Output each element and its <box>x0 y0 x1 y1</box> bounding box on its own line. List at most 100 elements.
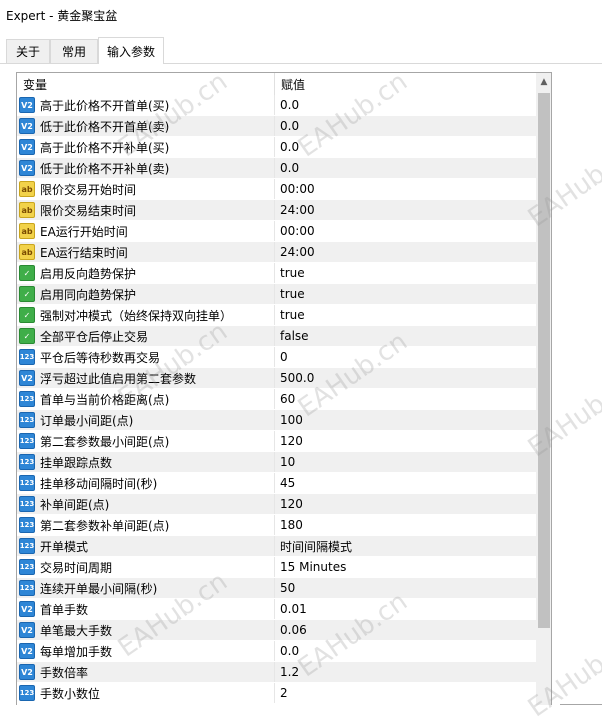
parameter-name: 低于此价格不开补单(卖) <box>40 161 170 176</box>
parameter-row[interactable]: V2 低于此价格不开首单(卖) 0.0 <box>17 116 536 137</box>
parameter-value-cell[interactable]: 时间间隔模式 <box>275 536 536 556</box>
parameter-value-cell[interactable]: 0.06 <box>275 620 536 640</box>
double-type-icon: V2 <box>19 664 35 680</box>
grid-rows: V2 高于此价格不开首单(买) 0.0 V2 低于此价格不开首单(卖) 0.0 V2 高于此价… <box>17 95 536 704</box>
column-header-variable[interactable]: 变量 <box>17 73 275 95</box>
parameter-value-cell[interactable]: 0.01 <box>275 599 536 619</box>
tab-inputs[interactable]: 输入参数 <box>98 37 164 64</box>
parameter-value-cell[interactable]: 0.0 <box>275 137 536 157</box>
parameter-row[interactable]: V2 浮亏超过此值启用第二套参数 500.0 <box>17 368 536 389</box>
parameter-value-cell[interactable]: 0.0 <box>275 158 536 178</box>
parameter-value-cell[interactable]: 24:00 <box>275 242 536 262</box>
parameter-name-cell: V2 高于此价格不开首单(买) <box>17 95 275 115</box>
parameter-row[interactable]: ab 限价交易结束时间 24:00 <box>17 200 536 221</box>
parameter-value-cell[interactable]: 60 <box>275 389 536 409</box>
parameter-value-cell[interactable]: 120 <box>275 431 536 451</box>
parameter-value-cell[interactable]: 0.0 <box>275 116 536 136</box>
parameter-row[interactable]: ✓ 启用反向趋势保护 true <box>17 263 536 284</box>
tab-common[interactable]: 常用 <box>50 39 98 63</box>
tab-common-label: 常用 <box>61 45 86 59</box>
parameter-row[interactable]: V2 高于此价格不开首单(买) 0.0 <box>17 95 536 116</box>
parameter-name-cell: ✓ 强制对冲模式（始终保持双向挂单） <box>17 305 275 325</box>
parameter-value-cell[interactable]: false <box>275 326 536 346</box>
parameter-name: 高于此价格不开首单(买) <box>40 98 170 113</box>
parameter-name: 全部平仓后停止交易 <box>40 329 149 344</box>
parameter-name: 限价交易结束时间 <box>40 203 137 218</box>
vertical-scrollbar[interactable]: ▲ <box>536 73 551 705</box>
parameter-row[interactable]: V2 首单手数 0.01 <box>17 599 536 620</box>
parameter-name: 挂单移动间隔时间(秒) <box>40 476 158 491</box>
parameter-value-cell[interactable]: true <box>275 305 536 325</box>
parameter-row[interactable]: ✓ 全部平仓后停止交易 false <box>17 326 536 347</box>
parameter-row[interactable]: 123 第二套参数补单间距(点) 180 <box>17 515 536 536</box>
parameter-row[interactable]: ab 限价交易开始时间 00:00 <box>17 179 536 200</box>
parameter-name-cell: 123 开单模式 <box>17 536 275 556</box>
scrollbar-thumb[interactable] <box>538 93 550 628</box>
parameter-name-cell: V2 每单增加手数 <box>17 641 275 661</box>
parameter-row[interactable]: ab EA运行结束时间 24:00 <box>17 242 536 263</box>
window-title: Expert - 黄金聚宝盆 <box>6 8 118 23</box>
parameter-row[interactable]: 123 挂单跟踪点数 10 <box>17 452 536 473</box>
parameter-name: EA运行开始时间 <box>40 224 128 239</box>
int-type-icon: 123 <box>19 433 35 449</box>
parameter-row[interactable]: V2 低于此价格不开补单(卖) 0.0 <box>17 158 536 179</box>
parameter-row[interactable]: V2 高于此价格不开补单(买) 0.0 <box>17 137 536 158</box>
scroll-up-arrow-icon[interactable]: ▲ <box>536 73 551 91</box>
parameter-name-cell: ab EA运行结束时间 <box>17 242 275 262</box>
parameter-row[interactable]: 123 开单模式 时间间隔模式 <box>17 536 536 557</box>
int-type-icon: 123 <box>19 580 35 596</box>
parameter-value-cell[interactable]: 0.0 <box>275 641 536 661</box>
parameter-name: 第二套参数最小间距(点) <box>40 434 170 449</box>
parameter-row[interactable]: 123 挂单移动间隔时间(秒) 45 <box>17 473 536 494</box>
parameter-row[interactable]: ab EA运行开始时间 00:00 <box>17 221 536 242</box>
parameter-value-cell[interactable]: 00:00 <box>275 221 536 241</box>
parameter-row[interactable]: 123 补单间距(点) 120 <box>17 494 536 515</box>
parameter-row[interactable]: 123 手数小数位 2 <box>17 683 536 704</box>
parameter-value-cell[interactable]: 15 Minutes <box>275 557 536 577</box>
parameter-row[interactable]: 123 第二套参数最小间距(点) 120 <box>17 431 536 452</box>
parameter-value-cell[interactable]: 180 <box>275 515 536 535</box>
column-header-value[interactable]: 赋值 <box>275 73 536 95</box>
int-type-icon: 123 <box>19 496 35 512</box>
int-type-icon: 123 <box>19 475 35 491</box>
parameter-name: 首单手数 <box>40 602 89 617</box>
parameter-row[interactable]: V2 单笔最大手数 0.06 <box>17 620 536 641</box>
int-type-icon: 123 <box>19 685 35 701</box>
parameter-value-cell[interactable]: 500.0 <box>275 368 536 388</box>
parameter-row[interactable]: 123 订单最小间距(点) 100 <box>17 410 536 431</box>
parameter-value-cell[interactable]: 0 <box>275 347 536 367</box>
tab-about[interactable]: 关于 <box>6 39 50 63</box>
double-type-icon: V2 <box>19 643 35 659</box>
parameter-name-cell: V2 首单手数 <box>17 599 275 619</box>
parameter-value-cell[interactable]: 45 <box>275 473 536 493</box>
parameter-row[interactable]: 123 交易时间周期 15 Minutes <box>17 557 536 578</box>
window-titlebar: Expert - 黄金聚宝盆 <box>0 0 602 30</box>
parameter-name-cell: 123 挂单跟踪点数 <box>17 452 275 472</box>
parameter-value-cell[interactable]: 24:00 <box>275 200 536 220</box>
parameter-name: 第二套参数补单间距(点) <box>40 518 170 533</box>
parameter-value-cell[interactable]: true <box>275 263 536 283</box>
parameter-value-cell[interactable]: 50 <box>275 578 536 598</box>
parameter-value-cell[interactable]: 2 <box>275 683 536 703</box>
parameter-row[interactable]: V2 手数倍率 1.2 <box>17 662 536 683</box>
parameter-value-cell[interactable]: 120 <box>275 494 536 514</box>
parameter-name-cell: 123 交易时间周期 <box>17 557 275 577</box>
parameter-value-cell[interactable]: true <box>275 284 536 304</box>
parameter-row[interactable]: V2 每单增加手数 0.0 <box>17 641 536 662</box>
parameter-name-cell: 123 连续开单最小间隔(秒) <box>17 578 275 598</box>
parameter-row[interactable]: 123 平仓后等待秒数再交易 0 <box>17 347 536 368</box>
parameter-value-cell[interactable]: 1.2 <box>275 662 536 682</box>
double-type-icon: V2 <box>19 160 35 176</box>
parameter-row[interactable]: ✓ 强制对冲模式（始终保持双向挂单） true <box>17 305 536 326</box>
parameter-value-cell[interactable]: 0.0 <box>275 95 536 115</box>
double-type-icon: V2 <box>19 139 35 155</box>
parameter-row[interactable]: 123 连续开单最小间隔(秒) 50 <box>17 578 536 599</box>
parameter-row[interactable]: ✓ 启用同向趋势保护 true <box>17 284 536 305</box>
parameter-name: 低于此价格不开首单(卖) <box>40 119 170 134</box>
parameter-value-cell[interactable]: 00:00 <box>275 179 536 199</box>
parameter-row[interactable]: 123 首单与当前价格距离(点) 60 <box>17 389 536 410</box>
double-type-icon: V2 <box>19 622 35 638</box>
parameter-value-cell[interactable]: 100 <box>275 410 536 430</box>
parameter-name-cell: 123 补单间距(点) <box>17 494 275 514</box>
parameter-value-cell[interactable]: 10 <box>275 452 536 472</box>
